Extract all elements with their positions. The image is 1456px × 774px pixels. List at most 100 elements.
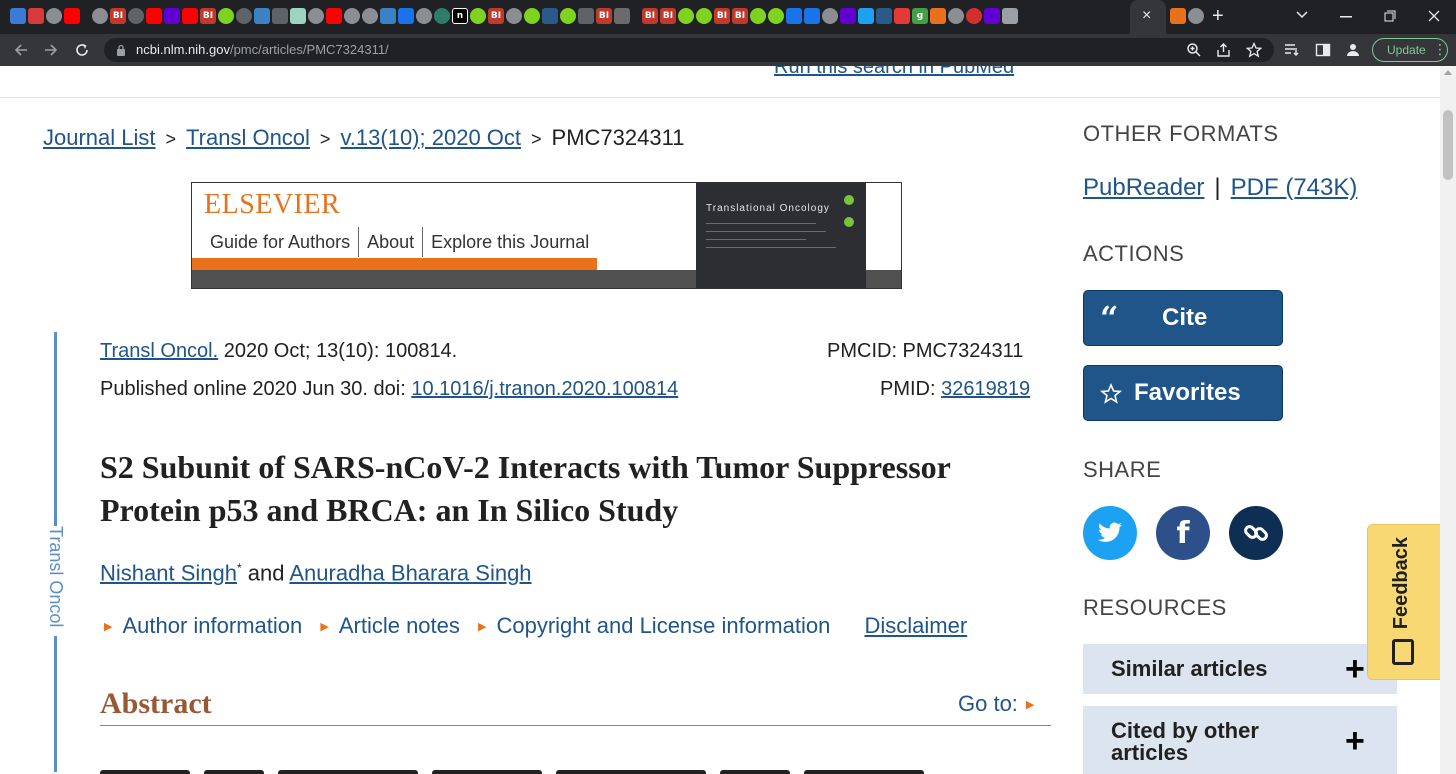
tab-favicon[interactable] <box>362 8 378 24</box>
scrollbar-thumb[interactable] <box>1443 110 1453 180</box>
tab-favicon[interactable] <box>506 8 522 24</box>
play-icon[interactable] <box>750 8 766 24</box>
disclaimer-link[interactable]: Disclaimer <box>864 613 967 638</box>
play-icon[interactable] <box>696 8 712 24</box>
profile-icon[interactable] <box>1345 42 1361 58</box>
journal-cover-image[interactable]: Translational Oncology <box>696 183 866 288</box>
lock-icon[interactable] <box>116 44 126 56</box>
bookmark-star-icon[interactable] <box>1246 42 1262 58</box>
search-icon[interactable] <box>804 8 820 24</box>
tab-favicon[interactable]: BI <box>714 8 730 24</box>
elsevier-logo[interactable]: ELSEVIER <box>204 189 340 221</box>
youtube-icon[interactable] <box>326 8 342 24</box>
play-icon[interactable] <box>768 8 784 24</box>
search-icon[interactable] <box>786 8 802 24</box>
tab-favicon[interactable] <box>308 8 324 24</box>
close-tab-icon[interactable]: × <box>1142 6 1151 26</box>
article-notes-toggle[interactable]: ▶ Article notes <box>320 613 460 638</box>
tab-favicon[interactable] <box>10 8 26 24</box>
reading-list-icon[interactable] <box>1284 42 1300 58</box>
reload-icon[interactable] <box>74 42 90 58</box>
cited-by-accordion[interactable]: Cited by other articles + <box>1083 706 1397 774</box>
banner-about[interactable]: About <box>359 227 424 257</box>
tab-favicon[interactable] <box>930 8 946 24</box>
tab-favicon[interactable]: BI <box>488 8 504 24</box>
tab-favicon[interactable]: g <box>912 8 928 24</box>
cite-button[interactable]: “ Cite <box>1083 290 1283 346</box>
play-icon[interactable] <box>218 8 234 24</box>
pubmed-search-link[interactable]: Run this search in PubMed <box>774 66 1014 79</box>
play-icon[interactable] <box>678 8 694 24</box>
tab-favicon[interactable] <box>578 8 594 24</box>
tab-favicon[interactable] <box>290 8 306 24</box>
yahoo-icon[interactable] <box>840 8 856 24</box>
forward-icon[interactable] <box>44 43 58 57</box>
zoom-icon[interactable] <box>1186 42 1202 58</box>
tab-favicon[interactable] <box>254 8 270 24</box>
url-text[interactable]: ncbi.nlm.nih.gov/pmc/articles/PMC7324311… <box>136 42 389 58</box>
breadcrumb-journal[interactable]: Transl Oncol <box>186 125 310 150</box>
tab-favicon[interactable] <box>46 8 62 24</box>
tab-favicon[interactable]: BI <box>732 8 748 24</box>
tab-favicon[interactable] <box>876 8 892 24</box>
journal-banner[interactable]: ELSEVIER Guide for Authors About Explore… <box>191 182 902 289</box>
tab-favicon[interactable] <box>344 8 360 24</box>
tab-favicon[interactable] <box>894 8 910 24</box>
new-tab-button[interactable]: + <box>1212 5 1224 27</box>
tab-favicon[interactable]: BI <box>642 8 658 24</box>
play-icon[interactable] <box>470 8 486 24</box>
banner-explore-journal[interactable]: Explore this Journal <box>423 227 597 257</box>
copy-link-button[interactable] <box>1229 506 1283 560</box>
side-panel-icon[interactable] <box>1315 42 1331 58</box>
doi-link[interactable]: 10.1016/j.tranon.2020.100814 <box>411 378 678 400</box>
tab-favicon[interactable]: BI <box>660 8 676 24</box>
tab-favicon[interactable] <box>92 8 108 24</box>
facebook-share-button[interactable]: f <box>1156 506 1210 560</box>
tab-favicon[interactable] <box>822 8 838 24</box>
scroll-up-arrow-icon[interactable] <box>1444 70 1452 75</box>
twitter-share-button[interactable] <box>1083 506 1137 560</box>
active-tab[interactable]: × <box>1130 0 1166 34</box>
feedback-button[interactable]: Feedback <box>1367 524 1440 680</box>
pmid-link[interactable]: 32619819 <box>941 378 1030 400</box>
tab-favicon[interactable] <box>984 8 1000 24</box>
tab-favicon[interactable]: BI <box>110 8 126 24</box>
play-icon[interactable] <box>560 8 576 24</box>
update-button[interactable]: Update ⋮ <box>1372 38 1448 62</box>
play-icon[interactable] <box>524 8 540 24</box>
youtube-icon[interactable] <box>182 8 198 24</box>
author-link[interactable]: Anuradha Bharara Singh <box>289 560 531 585</box>
similar-articles-accordion[interactable]: Similar articles + <box>1083 644 1397 694</box>
page-scrollbar[interactable] <box>1440 66 1456 774</box>
tab-favicon[interactable] <box>614 8 630 24</box>
author-link[interactable]: Nishant Singh <box>100 560 237 585</box>
maximize-icon[interactable] <box>1384 10 1396 22</box>
tab-favicon[interactable]: n <box>452 8 468 24</box>
minimize-icon[interactable] <box>1340 16 1352 18</box>
goto-menu[interactable]: Go to: ▶ <box>958 690 1034 719</box>
search-icon[interactable] <box>398 8 414 24</box>
author-information-toggle[interactable]: ▶ Author information <box>104 613 302 638</box>
pdf-link[interactable]: PDF (743K) <box>1231 174 1358 201</box>
tab-favicon[interactable]: BI <box>200 8 216 24</box>
tab-favicon[interactable] <box>380 8 396 24</box>
tab-favicon[interactable] <box>542 8 558 24</box>
tab-favicon[interactable] <box>966 8 982 24</box>
journal-link[interactable]: Transl Oncol. <box>100 340 218 362</box>
tab-favicon[interactable]: BI <box>596 8 612 24</box>
yahoo-icon[interactable] <box>164 8 180 24</box>
tab-favicon[interactable] <box>1002 8 1018 24</box>
favorites-button[interactable]: Favorites <box>1083 365 1283 421</box>
copyright-toggle[interactable]: ▶ Copyright and License information <box>478 613 830 638</box>
tab-favicons[interactable]: BI BI n BI BI BI BI BI BI g <box>10 8 1130 26</box>
share-page-icon[interactable] <box>1216 42 1232 58</box>
back-icon[interactable] <box>14 43 28 57</box>
tab-favicon[interactable] <box>28 8 44 24</box>
youtube-icon[interactable] <box>64 8 80 24</box>
breadcrumb-journal-list[interactable]: Journal List <box>43 125 156 150</box>
pubreader-link[interactable]: PubReader <box>1083 174 1204 201</box>
tab-favicon[interactable] <box>434 8 450 24</box>
address-bar[interactable]: ncbi.nlm.nih.gov/pmc/articles/PMC7324311… <box>104 38 1274 62</box>
twitter-icon[interactable] <box>858 8 874 24</box>
tab-favicon[interactable] <box>128 8 144 24</box>
